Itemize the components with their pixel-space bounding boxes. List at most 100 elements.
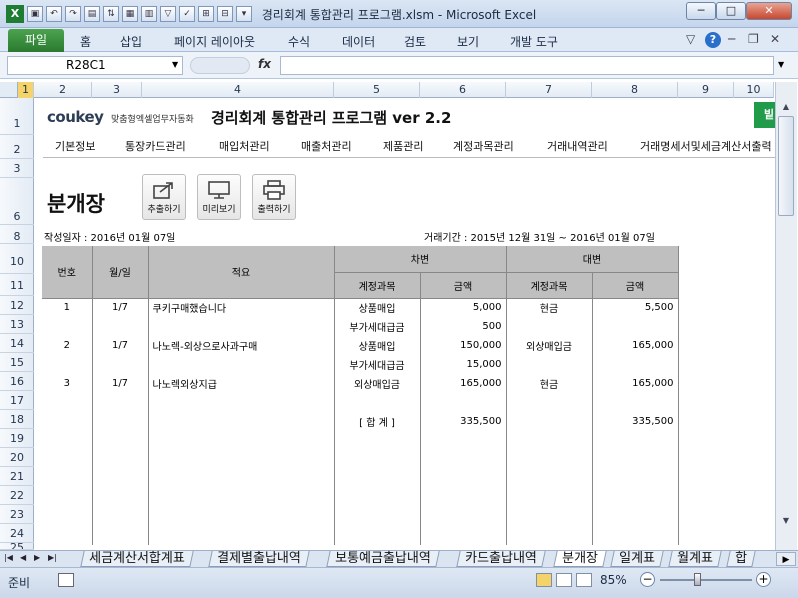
cell-debit-account[interactable]: 상품매입 bbox=[334, 298, 421, 317]
ribbon-collapse-icon[interactable]: ▽ bbox=[686, 32, 695, 46]
prev-sheet-icon[interactable]: ◀ bbox=[20, 553, 26, 562]
cell-debit-account[interactable]: 외상매입금 bbox=[334, 374, 421, 393]
cell-no[interactable] bbox=[42, 526, 93, 545]
cell-debit-amount[interactable]: 165,000 bbox=[420, 374, 507, 393]
cell-no[interactable] bbox=[42, 488, 93, 507]
zoom-slider[interactable] bbox=[660, 579, 752, 581]
cell-date[interactable] bbox=[92, 450, 149, 469]
tab-file[interactable]: 파일 bbox=[8, 29, 64, 52]
cell-date[interactable] bbox=[92, 526, 149, 545]
cell-no[interactable] bbox=[42, 412, 93, 431]
cell-memo[interactable]: 나노렉외상지급 bbox=[148, 374, 335, 393]
row-header[interactable]: 8 bbox=[0, 225, 34, 244]
cell-memo[interactable] bbox=[148, 431, 335, 450]
row-header[interactable]: 18 bbox=[0, 410, 34, 429]
cell-credit-amount[interactable] bbox=[592, 450, 679, 469]
cell-debit-amount[interactable]: 150,000 bbox=[420, 336, 507, 355]
first-sheet-icon[interactable]: |◀ bbox=[4, 553, 13, 562]
cell-memo[interactable] bbox=[148, 450, 335, 469]
cell-date[interactable] bbox=[92, 507, 149, 526]
green-shortcut-button[interactable]: 빝 bbox=[754, 102, 775, 128]
cell-no[interactable] bbox=[42, 317, 93, 336]
column-header[interactable]: 10 bbox=[734, 82, 774, 98]
row-header[interactable]: 10 bbox=[0, 244, 34, 274]
cell-debit-account[interactable] bbox=[334, 431, 421, 450]
row-header[interactable]: 20 bbox=[0, 448, 34, 467]
name-box[interactable]: R28C1 bbox=[7, 56, 183, 75]
tab-split-handle[interactable]: ▶ bbox=[776, 552, 796, 566]
insert-function-button[interactable]: fx bbox=[258, 57, 271, 71]
menu-account[interactable]: 계정과목관리 bbox=[453, 138, 514, 154]
preview-button[interactable]: 미리보기 bbox=[197, 174, 241, 220]
cell-debit-amount[interactable]: 15,000 bbox=[420, 355, 507, 374]
cell-credit-amount[interactable] bbox=[592, 488, 679, 507]
cell-credit-account[interactable] bbox=[506, 469, 593, 488]
cell-no[interactable] bbox=[42, 393, 93, 412]
cell-date[interactable] bbox=[92, 317, 149, 336]
cell-debit-account[interactable] bbox=[334, 469, 421, 488]
tab-page-layout[interactable]: 페이지 레이아웃 bbox=[174, 33, 255, 50]
cell-credit-amount[interactable] bbox=[592, 507, 679, 526]
cell-debit-account[interactable] bbox=[334, 393, 421, 412]
zoom-slider-thumb[interactable] bbox=[694, 573, 701, 586]
cell-date[interactable] bbox=[92, 412, 149, 431]
macro-record-icon[interactable] bbox=[58, 573, 74, 587]
tab-insert[interactable]: 삽입 bbox=[120, 33, 142, 50]
export-button[interactable]: 추출하기 bbox=[142, 174, 186, 220]
row-header[interactable]: 1 bbox=[0, 98, 34, 135]
row-header[interactable]: 21 bbox=[0, 467, 34, 486]
select-all-corner[interactable] bbox=[0, 82, 18, 98]
sheet-tab[interactable]: 보통예금출납내역 bbox=[326, 551, 440, 567]
scroll-down-icon[interactable]: ▼ bbox=[778, 514, 794, 528]
tab-view[interactable]: 보기 bbox=[457, 33, 479, 50]
scroll-up-icon[interactable]: ▲ bbox=[778, 100, 794, 114]
cell-no[interactable]: 2 bbox=[42, 336, 93, 355]
row-header[interactable]: 25 bbox=[0, 543, 34, 550]
row-header[interactable]: 23 bbox=[0, 505, 34, 524]
cell-date[interactable] bbox=[92, 431, 149, 450]
cell-no[interactable] bbox=[42, 507, 93, 526]
menu-invoice[interactable]: 거래명세서및세금계산서출력 bbox=[640, 138, 772, 154]
column-header[interactable]: 1 bbox=[18, 82, 34, 98]
tab-developer[interactable]: 개발 도구 bbox=[510, 33, 558, 50]
cell-credit-amount[interactable] bbox=[592, 431, 679, 450]
column-header[interactable]: 7 bbox=[506, 82, 592, 98]
cell-date[interactable] bbox=[92, 488, 149, 507]
column-header[interactable]: 8 bbox=[592, 82, 678, 98]
cell-credit-amount[interactable] bbox=[592, 469, 679, 488]
cell-credit-amount[interactable]: 165,000 bbox=[592, 336, 679, 355]
sheet-tab[interactable]: 결제별출납내역 bbox=[208, 551, 310, 567]
sheet-tab[interactable]: 세금계산서합계표 bbox=[80, 551, 194, 567]
column-header[interactable]: 5 bbox=[334, 82, 420, 98]
cell-credit-account[interactable]: 현금 bbox=[506, 298, 593, 317]
row-header[interactable]: 3 bbox=[0, 159, 34, 178]
cell-debit-amount[interactable] bbox=[420, 469, 507, 488]
cell-memo[interactable] bbox=[148, 317, 335, 336]
row-header[interactable]: 17 bbox=[0, 391, 34, 410]
row-header[interactable]: 19 bbox=[0, 429, 34, 448]
cell-memo[interactable] bbox=[148, 507, 335, 526]
formula-input[interactable] bbox=[280, 56, 774, 75]
vertical-scrollbar[interactable]: ▲ ▼ bbox=[775, 82, 797, 550]
formula-expand-handle[interactable] bbox=[190, 57, 250, 74]
cell-credit-account[interactable] bbox=[506, 450, 593, 469]
cell-credit-account[interactable] bbox=[506, 431, 593, 450]
last-sheet-icon[interactable]: ▶| bbox=[48, 553, 57, 562]
cell-debit-account[interactable]: [ 합 계 ] bbox=[334, 412, 421, 431]
column-header[interactable]: 6 bbox=[420, 82, 506, 98]
help-icon[interactable]: ? bbox=[705, 32, 721, 48]
cell-memo[interactable]: 쿠키구매했습니다 bbox=[148, 298, 335, 317]
cell-debit-account[interactable] bbox=[334, 450, 421, 469]
formula-bar-expand-icon[interactable]: ▼ bbox=[778, 60, 784, 69]
cell-memo[interactable] bbox=[148, 526, 335, 545]
cell-no[interactable] bbox=[42, 450, 93, 469]
cell-date[interactable]: 1/7 bbox=[92, 336, 149, 355]
cell-no[interactable]: 3 bbox=[42, 374, 93, 393]
row-header[interactable]: 6 bbox=[0, 178, 34, 225]
cell-credit-amount[interactable] bbox=[592, 355, 679, 374]
cell-debit-amount[interactable]: 335,500 bbox=[420, 412, 507, 431]
zoom-out-icon[interactable]: − bbox=[640, 572, 655, 587]
cell-memo[interactable] bbox=[148, 355, 335, 374]
zoom-level[interactable]: 85% bbox=[600, 573, 627, 587]
sheet-tab-active[interactable]: 분개장 bbox=[553, 551, 607, 567]
